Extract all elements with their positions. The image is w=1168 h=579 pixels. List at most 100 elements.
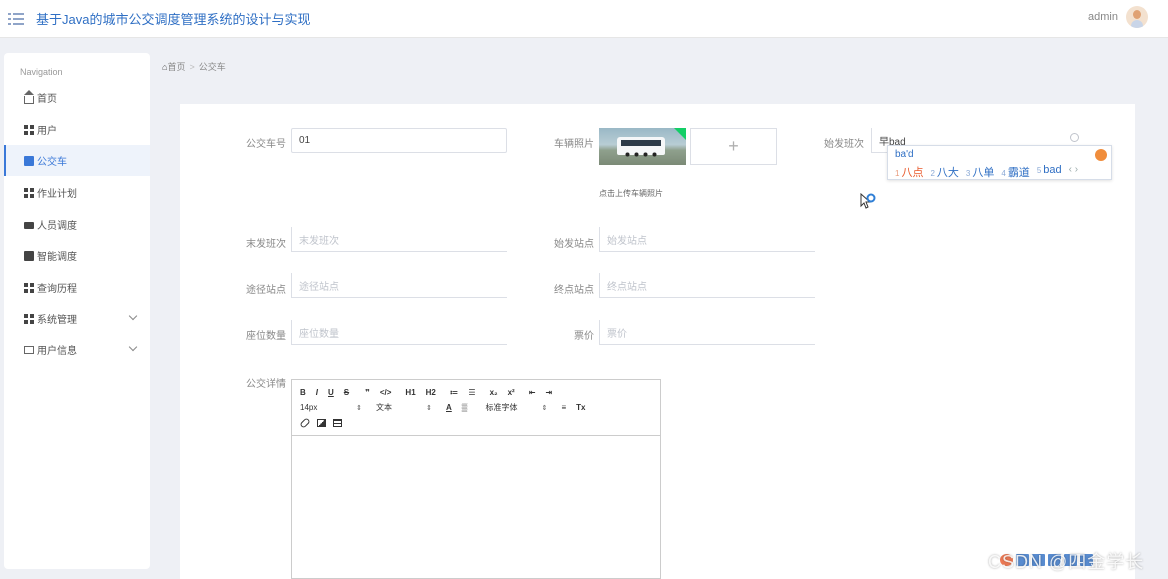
rich-text-editor: B I U S ❞ </> H1 H2 ≔ ☰ x₂ x² ⇤ ⇥ 14px ⇕ … (291, 379, 661, 579)
underline-button[interactable]: U (328, 388, 334, 397)
sidebar-item-users[interactable]: 用户 (4, 114, 150, 145)
ime-candidate[interactable]: 4 霸道 (1001, 164, 1029, 180)
h2-button[interactable]: H2 (426, 388, 436, 397)
sidebar-item-label: 智能调度 (37, 252, 77, 263)
watermark: CSDN @四金学长 (988, 552, 1145, 572)
blockquote-button[interactable]: ❞ (365, 388, 370, 397)
image-icon[interactable] (317, 418, 326, 427)
bus-number-label: 公交车号 (246, 139, 286, 150)
sidebar-item-label: 公交车 (37, 157, 67, 168)
font-color-button[interactable]: A (446, 403, 452, 412)
bus-image (617, 137, 665, 157)
card-icon (24, 345, 34, 354)
sidebar-item-system[interactable]: 系统管理 (4, 303, 150, 334)
ordered-list-button[interactable]: ≔ (450, 388, 459, 397)
nav-title: Navigation (20, 67, 63, 77)
briefcase-icon (24, 222, 34, 229)
grid-icon (24, 124, 34, 135)
fare-input[interactable]: 票价 (599, 320, 815, 345)
mouse-cursor-icon (860, 193, 876, 209)
sidebar-item-label: 用户信息 (37, 346, 77, 357)
last-shift-label: 末发班次 (246, 239, 286, 250)
end-station-label: 终点站点 (554, 285, 594, 296)
sidebar-item-smart-dispatch[interactable]: 智能调度 (4, 240, 150, 271)
sidebar-item-label: 作业计划 (37, 189, 77, 200)
font-family-select[interactable]: 标准字体 ⇕ (485, 402, 547, 413)
ime-candidate[interactable]: 2 八大 (930, 164, 958, 180)
last-shift-input[interactable]: 末发班次 (291, 227, 507, 252)
upload-success-badge (674, 128, 686, 140)
font-size-select[interactable]: 14px ⇕ (300, 403, 362, 412)
via-stations-input[interactable]: 途径站点 (291, 273, 507, 298)
clear-icon[interactable] (1070, 133, 1079, 142)
sidebar-item-label: 系统管理 (37, 315, 77, 326)
chevron-down-icon (128, 311, 138, 321)
start-station-input[interactable]: 始发站点 (599, 227, 815, 252)
sidebar-item-bus[interactable]: 公交车 (4, 145, 150, 176)
menu-toggle-icon[interactable] (8, 12, 24, 25)
ime-composition: ba'd (895, 149, 914, 160)
seat-count-label: 座位数量 (246, 331, 286, 342)
strike-button[interactable]: S (344, 388, 349, 397)
italic-button[interactable]: I (316, 388, 318, 397)
breadcrumb-separator: > (189, 61, 195, 72)
breadcrumb-current: 公交车 (198, 62, 226, 72)
background-color-button[interactable]: ▒ (462, 403, 468, 412)
sidebar-item-label: 用户 (37, 126, 57, 137)
fare-label: 票价 (574, 331, 594, 342)
chevron-down-icon (128, 342, 138, 352)
video-icon[interactable] (333, 418, 342, 427)
end-station-input[interactable]: 终点站点 (599, 273, 815, 298)
bullet-list-button[interactable]: ☰ (468, 388, 475, 397)
home-icon (24, 89, 34, 104)
vehicle-photo-label: 车辆照片 (554, 139, 594, 150)
details-label: 公交详情 (246, 379, 286, 390)
breadcrumb-home[interactable]: 首页 (167, 60, 185, 73)
check-icon (24, 250, 34, 261)
sidebar-item-staff-dispatch[interactable]: 人员调度 (4, 209, 150, 240)
code-button[interactable]: </> (380, 388, 392, 397)
subscript-button[interactable]: x₂ (490, 388, 498, 397)
block-type-select[interactable]: 文本 ⇕ (376, 402, 432, 413)
bold-button[interactable]: B (300, 388, 306, 397)
breadcrumb: ⌂ 首页 > 公交车 (162, 60, 226, 73)
vehicle-photo-thumbnail[interactable] (599, 128, 686, 165)
app-title: 基于Java的城市公交调度管理系统的设计与实现 (36, 12, 311, 27)
link-icon[interactable] (299, 416, 311, 429)
ime-candidate[interactable]: 3 八单 (966, 164, 994, 180)
sidebar-item-home[interactable]: 首页 (4, 82, 150, 113)
editor-toolbar: B I U S ❞ </> H1 H2 ≔ ☰ x₂ x² ⇤ ⇥ 14px ⇕ … (292, 380, 660, 436)
sidebar: Navigation 首页 用户 公交车 作业计划 人员调度 智能调度 查询历程… (4, 53, 150, 569)
grid-icon (24, 313, 34, 324)
start-station-label: 始发站点 (554, 239, 594, 250)
grid-icon (24, 282, 34, 293)
grid-icon (24, 187, 34, 198)
upload-hint: 点击上传车辆照片 (599, 189, 663, 198)
upload-photo-button[interactable]: + (690, 128, 777, 165)
h1-button[interactable]: H1 (405, 388, 415, 397)
outdent-button[interactable]: ⇤ (529, 388, 536, 397)
via-stations-label: 途径站点 (246, 285, 286, 296)
username[interactable]: admin (1088, 11, 1118, 23)
clear-format-button[interactable]: Tx (576, 403, 585, 412)
editor-content-area[interactable] (292, 436, 660, 578)
ime-logo-icon (1095, 149, 1107, 161)
ime-candidate-window: ba'd 1 八点 2 八大 3 八单 4 霸道 5 bad ‹ › (887, 145, 1112, 180)
avatar[interactable] (1126, 6, 1148, 28)
sidebar-item-label: 首页 (37, 94, 57, 105)
sidebar-item-label: 人员调度 (37, 221, 77, 232)
align-button[interactable]: ≡ (561, 403, 566, 412)
bus-number-input[interactable]: 01 (291, 128, 507, 153)
sidebar-item-history[interactable]: 查询历程 (4, 272, 150, 303)
chat-icon (24, 155, 34, 166)
seat-count-input[interactable]: 座位数量 (291, 320, 507, 345)
ime-candidate[interactable]: 5 bad (1037, 164, 1062, 180)
sidebar-item-work-plan[interactable]: 作业计划 (4, 177, 150, 208)
indent-button[interactable]: ⇥ (545, 388, 552, 397)
first-shift-label: 始发班次 (824, 139, 864, 150)
superscript-button[interactable]: x² (508, 388, 515, 397)
sidebar-item-user-info[interactable]: 用户信息 (4, 334, 150, 365)
ime-page-nav[interactable]: ‹ › (1069, 164, 1078, 180)
top-bar: 基于Java的城市公交调度管理系统的设计与实现 admin (0, 0, 1168, 38)
ime-candidate[interactable]: 1 八点 (895, 164, 923, 180)
